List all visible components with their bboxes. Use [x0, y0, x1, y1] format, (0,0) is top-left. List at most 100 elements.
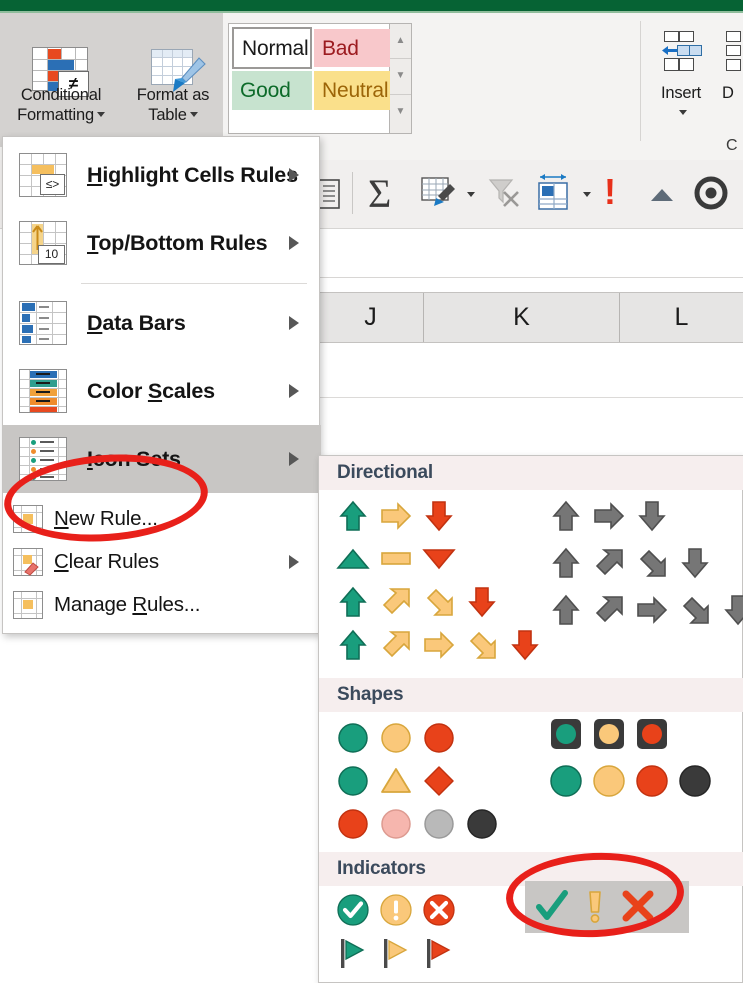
menu-label-new-rule: New Rule...: [54, 507, 158, 531]
insert-cells-icon: [658, 31, 706, 83]
submenu-arrow-icon: [289, 316, 299, 330]
gallery-scroll-down-button[interactable]: ▼: [390, 58, 411, 91]
worksheet-cells[interactable]: [318, 343, 743, 398]
icon-set-3-flags[interactable]: [331, 931, 460, 974]
exclaim-yellow-icon: [573, 884, 616, 927]
fill-icon[interactable]: [420, 176, 460, 212]
menu-label-highlight-cells-rules: Highlight Cells Rules: [87, 163, 298, 188]
icon-set-4-arrows-colored[interactable]: [331, 580, 503, 623]
chevron-down-icon[interactable]: [679, 110, 687, 115]
triangle-up-green-icon: [331, 537, 374, 580]
arrow-right-gray-icon: [587, 494, 630, 537]
column-header-k[interactable]: K: [424, 293, 620, 342]
submenu-arrow-icon: [289, 555, 299, 569]
clear-filter-icon[interactable]: [486, 176, 522, 212]
menu-label-manage-rules: Manage Rules...: [54, 593, 200, 617]
menu-label-color-scales: Color Scales: [87, 379, 215, 404]
signal-red-icon: [630, 712, 673, 755]
chevron-down-icon[interactable]: [97, 112, 105, 117]
autosum-icon[interactable]: Σ: [368, 172, 391, 216]
arrow-up-gray-icon: [544, 494, 587, 537]
data-bars-icon: [19, 301, 67, 345]
highlight-cells-rules-icon: ≤>: [19, 153, 67, 197]
style-chip-bad: Bad: [314, 29, 392, 67]
color-scales-icon: [19, 369, 67, 413]
icon-set-4-arrows-gray[interactable]: [544, 541, 716, 584]
icon-set-3-traffic-lights-rimmed[interactable]: [544, 712, 673, 755]
column-header-l[interactable]: L: [620, 293, 743, 342]
check-circle-green-icon: [331, 888, 374, 931]
submenu-arrow-icon: [289, 168, 299, 182]
submenu-arrow-icon: [289, 236, 299, 250]
icon-sets-icon: [19, 437, 67, 481]
arrow-downright-yellow-icon: [417, 580, 460, 623]
flag-red-icon: [417, 931, 460, 974]
style-chip-good: Good: [232, 71, 312, 110]
manage-rules-icon: [13, 591, 43, 619]
menu-item-clear-rules[interactable]: Clear Rules: [3, 540, 321, 583]
style-chip-normal: Normal: [232, 27, 312, 69]
column-header-j[interactable]: J: [318, 293, 424, 342]
arrow-right-yellow-icon: [374, 494, 417, 537]
format-as-table-label-line2: Table: [148, 106, 186, 124]
insert-label: Insert: [650, 83, 712, 103]
format-icon[interactable]: [534, 172, 574, 214]
circle-pink-icon: [374, 802, 417, 845]
menu-label-top-bottom-rules: Top/Bottom Rules: [87, 231, 267, 256]
icon-set-3-traffic-lights-unrimmed[interactable]: [331, 716, 460, 759]
chevron-down-icon[interactable]: [583, 192, 591, 197]
gallery-more-button[interactable]: ▼: [390, 94, 411, 127]
arrow-up-gray-icon: [544, 541, 587, 584]
error-icon[interactable]: !: [604, 172, 616, 212]
chevron-down-icon[interactable]: [190, 112, 198, 117]
arrow-up-green-icon: [331, 494, 374, 537]
arrow-downright-gray-icon: [673, 588, 716, 631]
menu-item-manage-rules[interactable]: Manage Rules...: [3, 583, 321, 626]
icon-set-3-arrows-gray[interactable]: [544, 494, 673, 537]
dash-yellow-icon: [374, 537, 417, 580]
signal-green-icon: [544, 712, 587, 755]
arrow-upright-gray-icon: [587, 588, 630, 631]
icon-set-3-symbols-circled-indicators[interactable]: [331, 888, 460, 931]
excel-window: ≠ Conditional Formatting: [0, 0, 743, 983]
menu-item-data-bars[interactable]: Data Bars: [3, 289, 321, 357]
delete-label: D: [722, 83, 734, 103]
triangle-yellow-icon: [374, 759, 417, 802]
icon-set-3-triangles[interactable]: [331, 537, 460, 580]
icon-set-5-arrows-colored[interactable]: [331, 623, 546, 666]
chevron-down-icon[interactable]: [467, 192, 475, 197]
toolbar-separator: [352, 172, 353, 214]
title-bar-band: [0, 0, 743, 11]
group-header-shapes: Shapes: [319, 678, 743, 712]
sort-ascending-icon[interactable]: [648, 186, 678, 206]
flag-yellow-icon: [374, 931, 417, 974]
icon-sets-submenu: Directional: [318, 455, 743, 983]
cell-styles-gallery[interactable]: Normal Bad Good Neutral: [228, 23, 390, 134]
menu-label-clear-rules: Clear Rules: [54, 550, 159, 574]
arrow-right-gray-icon: [630, 588, 673, 631]
icon-set-3-symbols-circled[interactable]: [331, 759, 460, 802]
gallery-scroll-up-button[interactable]: ▲: [390, 24, 411, 57]
icon-set-4-traffic-lights[interactable]: [544, 759, 716, 802]
menu-label-data-bars: Data Bars: [87, 311, 186, 336]
arrow-down-gray-icon: [673, 541, 716, 584]
new-rule-icon: [13, 505, 43, 533]
arrow-upright-yellow-icon: [374, 580, 417, 623]
icon-set-3-arrows-colored[interactable]: [331, 494, 460, 537]
icon-set-4-traffic-lights-black[interactable]: [331, 802, 503, 845]
circle-red-icon: [331, 802, 374, 845]
menu-item-icon-sets[interactable]: Icon Sets: [3, 425, 321, 493]
format-as-table-label-line1: Format as: [124, 85, 222, 105]
gallery-scrollbar[interactable]: ▲ ▼ ▼: [390, 23, 412, 134]
menu-item-highlight-cells-rules[interactable]: ≤> Highlight Cells Rules: [3, 141, 321, 209]
menu-item-new-rule[interactable]: New Rule...: [3, 497, 321, 540]
delete-cells-icon: [722, 31, 743, 83]
arrow-down-gray-icon: [716, 588, 743, 631]
icon-set-5-arrows-gray[interactable]: [544, 588, 743, 631]
find-select-icon[interactable]: [694, 176, 730, 212]
arrow-down-red-icon: [460, 580, 503, 623]
menu-item-color-scales[interactable]: Color Scales: [3, 357, 321, 425]
triangle-down-red-icon: [417, 537, 460, 580]
menu-item-top-bottom-rules[interactable]: 10 Top/Bottom Rules: [3, 209, 321, 277]
icon-set-3-symbols-uncircled[interactable]: [530, 884, 659, 927]
